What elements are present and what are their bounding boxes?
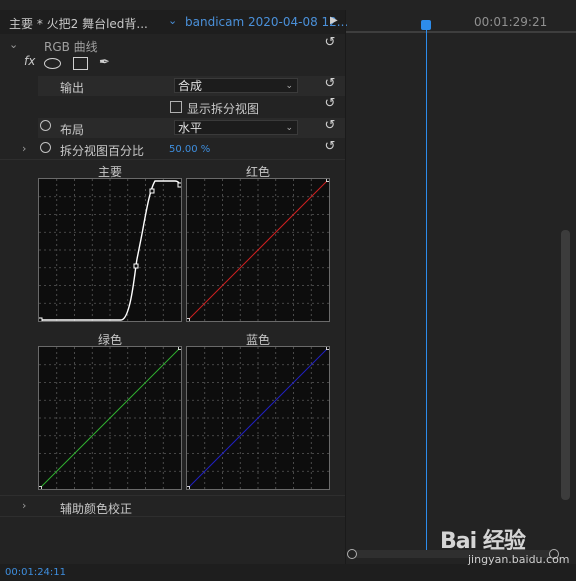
stopwatch-icon[interactable] — [40, 120, 51, 131]
reset-icon[interactable]: ↺ — [323, 36, 337, 50]
timeline-ruler[interactable] — [346, 24, 576, 36]
curve-control-point[interactable] — [326, 347, 330, 350]
reset-icon[interactable]: ↺ — [323, 97, 337, 111]
footer-timecode: 00:01:24:11 — [5, 567, 67, 578]
curve-control-point[interactable] — [177, 182, 181, 188]
layout-label: 布局 — [60, 123, 85, 137]
section-divider — [0, 495, 345, 496]
ellipse-mask-icon[interactable] — [44, 58, 61, 69]
split-view-label: 显示拆分视图 — [187, 102, 260, 116]
expand-chevron-icon[interactable]: › — [22, 142, 26, 155]
fx-icon[interactable]: fx — [24, 54, 35, 68]
curve-control-point[interactable] — [39, 317, 43, 321]
curve-control-point[interactable] — [178, 347, 182, 350]
curve-control-point[interactable] — [326, 179, 330, 182]
rectangle-mask-icon[interactable] — [73, 57, 88, 70]
reset-icon[interactable]: ↺ — [323, 77, 337, 91]
baidu-url: jingyan.baidu.com — [468, 553, 570, 566]
layout-dropdown[interactable]: 水平 ⌄ — [174, 120, 298, 135]
footer-bar — [0, 564, 576, 581]
curve-box-green[interactable] — [38, 346, 182, 490]
split-percent-value[interactable]: 50.00 % — [169, 144, 210, 155]
play-arrow-icon[interactable]: ▶ — [330, 15, 338, 26]
split-view-checkbox[interactable] — [170, 101, 182, 113]
section-divider — [0, 159, 345, 160]
zoom-handle-left[interactable] — [347, 549, 357, 559]
curve-control-point[interactable] — [39, 486, 42, 490]
chevron-down-icon: ⌄ — [285, 81, 293, 91]
playhead-line — [426, 30, 427, 550]
reset-icon[interactable]: ↺ — [323, 140, 337, 154]
output-value: 合成 — [178, 79, 203, 93]
clip-tab[interactable]: bandicam 2020-04-08 12... — [185, 15, 348, 29]
reset-icon[interactable]: ↺ — [323, 119, 337, 133]
baidu-logo: Bai 经验 — [440, 523, 526, 555]
expand-chevron-icon[interactable]: › — [22, 499, 26, 512]
curve-control-point[interactable] — [187, 486, 190, 490]
split-percent-label: 拆分视图百分比 — [60, 144, 145, 158]
curve-box-master[interactable] — [38, 178, 182, 322]
output-label: 输出 — [60, 81, 85, 95]
curve-control-point[interactable] — [187, 318, 190, 322]
secondary-color-label: 辅助颜色校正 — [60, 502, 133, 516]
stopwatch-icon[interactable] — [40, 142, 51, 153]
chevron-down-icon: ⌄ — [285, 123, 293, 133]
pen-mask-icon[interactable]: ✒ — [99, 55, 110, 70]
chevron-down-icon[interactable]: ⌄ — [168, 14, 177, 27]
curve-control-point[interactable] — [149, 188, 155, 194]
collapse-chevron-icon[interactable]: ⌄ — [9, 38, 18, 51]
output-dropdown[interactable]: 合成 ⌄ — [174, 78, 298, 93]
effect-name: RGB 曲线 — [44, 40, 98, 54]
section-divider — [0, 516, 345, 517]
source-tab[interactable]: 主要 * 火把2 舞台led背... — [9, 15, 148, 32]
vertical-scrollbar-thumb[interactable] — [561, 230, 570, 500]
curve-box-red[interactable] — [186, 178, 330, 322]
layout-value: 水平 — [178, 121, 203, 135]
curve-control-point[interactable] — [133, 263, 139, 269]
panel-separator — [345, 10, 346, 570]
curve-box-blue[interactable] — [186, 346, 330, 490]
playhead-marker[interactable] — [421, 20, 431, 30]
baidu-brand: Bai 经验 — [440, 529, 526, 554]
